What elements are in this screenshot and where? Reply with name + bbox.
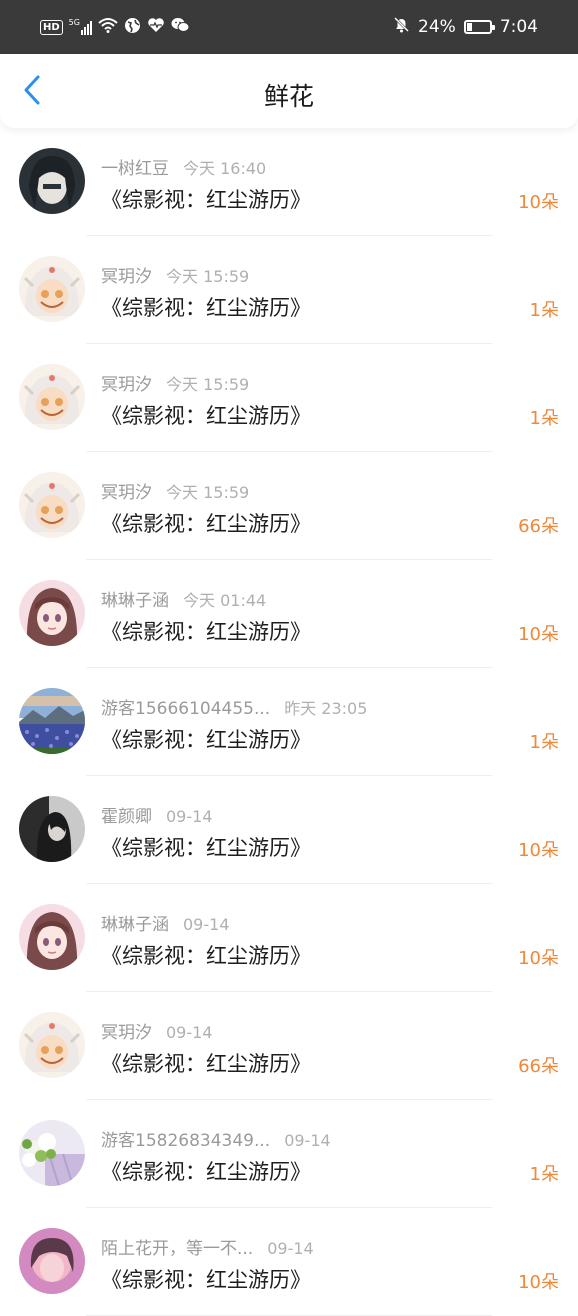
item-time: 09-14 bbox=[166, 1023, 213, 1042]
user-name: 陌上花开，等一不... bbox=[101, 1239, 254, 1259]
list-item-2[interactable]: 冥玥汐 今天 15:59 《综影视：红尘游历》 1朵 bbox=[0, 236, 578, 344]
list-item-7[interactable]: 霍颜卿 09-14 《综影视：红尘游历》 10朵 bbox=[0, 776, 578, 884]
flower-count: 10朵 bbox=[518, 1272, 559, 1293]
user-name: 琳琳子涵 bbox=[101, 591, 169, 611]
avatar-anime-pink[interactable] bbox=[19, 580, 85, 646]
item-meta: 冥玥汐 今天 15:59 bbox=[101, 370, 249, 395]
user-name: 冥玥汐 bbox=[101, 375, 152, 395]
item-time: 09-14 bbox=[166, 807, 213, 826]
avatar-flowers[interactable] bbox=[19, 1120, 85, 1186]
flower-count: 10朵 bbox=[518, 948, 559, 969]
flower-count: 66朵 bbox=[518, 1056, 559, 1077]
list-item-3[interactable]: 冥玥汐 今天 15:59 《综影视：红尘游历》 1朵 bbox=[0, 344, 578, 452]
list-item-5[interactable]: 琳琳子涵 今天 01:44 《综影视：红尘游历》 10朵 bbox=[0, 560, 578, 668]
page-title: 鲜花 bbox=[263, 82, 314, 111]
item-meta: 冥玥汐 今天 15:59 bbox=[101, 262, 249, 287]
top-app-bar: 鲜花 bbox=[0, 54, 578, 128]
list-item-6[interactable]: 游客15666104455... 昨天 23:05 《综影视：红尘游历》 1朵 bbox=[0, 668, 578, 776]
signal-icon: 5G bbox=[69, 19, 92, 35]
flower-gift-list: 一树红豆 今天 16:40 《综影视：红尘游历》 10朵 冥玥汐 今天 15:59 … bbox=[0, 128, 578, 1316]
book-title: 《综影视：红尘游历》 bbox=[101, 404, 311, 428]
item-time: 今天 15:59 bbox=[166, 375, 250, 394]
avatar-anime-white[interactable] bbox=[19, 472, 85, 538]
avatar-anime-white[interactable] bbox=[19, 1012, 85, 1078]
user-name: 冥玥汐 bbox=[101, 1023, 152, 1043]
avatar-landscape[interactable] bbox=[19, 688, 85, 754]
book-title: 《综影视：红尘游历》 bbox=[101, 620, 311, 644]
avatar-pink-photo[interactable] bbox=[19, 1228, 85, 1294]
item-time: 09-14 bbox=[267, 1239, 314, 1258]
book-title: 《综影视：红尘游历》 bbox=[101, 1160, 311, 1184]
status-bar: HD 5G 24% 7:04 bbox=[0, 0, 578, 54]
battery-icon bbox=[463, 20, 495, 34]
user-name: 冥玥汐 bbox=[101, 483, 152, 503]
book-title: 《综影视：红尘游历》 bbox=[101, 296, 311, 320]
item-time: 今天 15:59 bbox=[166, 267, 250, 286]
item-time: 今天 16:40 bbox=[183, 159, 267, 178]
flower-count: 10朵 bbox=[518, 840, 559, 861]
flower-count: 66朵 bbox=[518, 516, 559, 537]
item-meta: 陌上花开，等一不... 09-14 bbox=[101, 1234, 314, 1259]
avatar-anime-white[interactable] bbox=[19, 364, 85, 430]
globe-icon bbox=[124, 17, 141, 38]
status-icons-left: HD 5G bbox=[40, 0, 190, 54]
flower-count: 10朵 bbox=[518, 192, 559, 213]
user-name: 霍颜卿 bbox=[101, 807, 152, 827]
flower-count: 10朵 bbox=[518, 624, 559, 645]
avatar-dark-photo[interactable] bbox=[19, 796, 85, 862]
item-meta: 游客15666104455... 昨天 23:05 bbox=[101, 694, 367, 719]
list-item-11[interactable]: 陌上花开，等一不... 09-14 《综影视：红尘游历》 10朵 bbox=[0, 1208, 578, 1316]
status-icons-right: 24% 7:04 bbox=[393, 0, 538, 54]
item-meta: 一树红豆 今天 16:40 bbox=[101, 154, 266, 179]
avatar-anime-pink[interactable] bbox=[19, 904, 85, 970]
list-item-4[interactable]: 冥玥汐 今天 15:59 《综影视：红尘游历》 66朵 bbox=[0, 452, 578, 560]
avatar-dark-hair[interactable] bbox=[19, 148, 85, 214]
flower-count: 1朵 bbox=[529, 1164, 559, 1185]
wechat-icon bbox=[171, 17, 190, 37]
user-name: 一树红豆 bbox=[101, 159, 169, 179]
item-meta: 琳琳子涵 今天 01:44 bbox=[101, 586, 266, 611]
wifi-icon bbox=[98, 17, 118, 37]
book-title: 《综影视：红尘游历》 bbox=[101, 512, 311, 536]
item-meta: 霍颜卿 09-14 bbox=[101, 802, 213, 827]
user-name: 游客15826834349... bbox=[101, 1131, 271, 1151]
item-time: 09-14 bbox=[183, 915, 230, 934]
flower-count: 1朵 bbox=[529, 732, 559, 753]
book-title: 《综影视：红尘游历》 bbox=[101, 836, 311, 860]
avatar-anime-white[interactable] bbox=[19, 256, 85, 322]
list-item-9[interactable]: 冥玥汐 09-14 《综影视：红尘游历》 66朵 bbox=[0, 992, 578, 1100]
user-name: 游客15666104455... bbox=[101, 699, 271, 719]
user-name: 冥玥汐 bbox=[101, 267, 152, 287]
flower-count: 1朵 bbox=[529, 300, 559, 321]
battery-percent: 24% bbox=[418, 17, 456, 37]
user-name: 琳琳子涵 bbox=[101, 915, 169, 935]
item-meta: 琳琳子涵 09-14 bbox=[101, 910, 230, 935]
item-meta: 冥玥汐 今天 15:59 bbox=[101, 478, 249, 503]
signal-label: 5G bbox=[68, 18, 80, 27]
book-title: 《综影视：红尘游历》 bbox=[101, 1052, 311, 1076]
health-heart-icon bbox=[147, 17, 165, 37]
item-meta: 游客15826834349... 09-14 bbox=[101, 1126, 331, 1151]
mute-bell-icon bbox=[393, 16, 410, 38]
item-meta: 冥玥汐 09-14 bbox=[101, 1018, 213, 1043]
book-title: 《综影视：红尘游历》 bbox=[101, 944, 311, 968]
list-item-10[interactable]: 游客15826834349... 09-14 《综影视：红尘游历》 1朵 bbox=[0, 1100, 578, 1208]
item-time: 09-14 bbox=[284, 1131, 331, 1150]
hd-badge: HD bbox=[40, 19, 63, 35]
flower-count: 1朵 bbox=[529, 408, 559, 429]
list-item-8[interactable]: 琳琳子涵 09-14 《综影视：红尘游历》 10朵 bbox=[0, 884, 578, 992]
book-title: 《综影视：红尘游历》 bbox=[101, 188, 311, 212]
status-time: 7:04 bbox=[499, 17, 538, 37]
list-item-1[interactable]: 一树红豆 今天 16:40 《综影视：红尘游历》 10朵 bbox=[0, 128, 578, 236]
book-title: 《综影视：红尘游历》 bbox=[101, 1268, 311, 1292]
item-time: 今天 01:44 bbox=[183, 591, 267, 610]
item-time: 昨天 23:05 bbox=[284, 699, 368, 718]
book-title: 《综影视：红尘游历》 bbox=[101, 728, 311, 752]
item-time: 今天 15:59 bbox=[166, 483, 250, 502]
battery-level bbox=[466, 23, 473, 31]
